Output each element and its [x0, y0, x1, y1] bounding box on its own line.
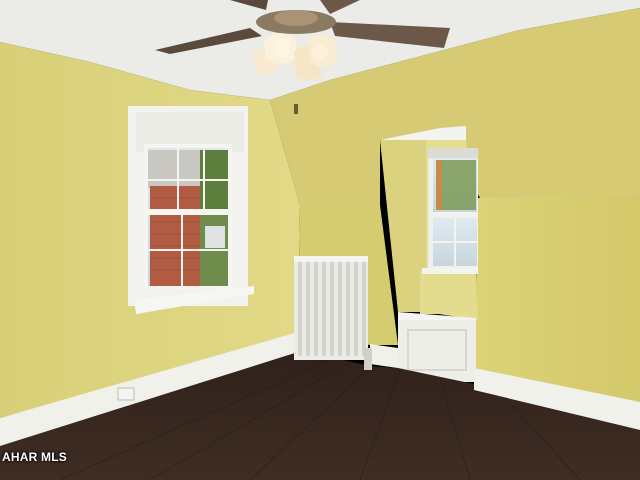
wall-fixture: [294, 104, 298, 114]
baseboard-center: [370, 344, 398, 368]
left-window: [128, 106, 254, 314]
right-wall: [474, 195, 640, 404]
room-photo: AHAR MLS: [0, 0, 640, 480]
mls-watermark: AHAR MLS: [2, 450, 67, 464]
radiator-icon: [294, 256, 372, 370]
electrical-outlet-icon: [117, 387, 135, 401]
room-illustration: [0, 0, 640, 480]
dormer-window: [422, 148, 478, 274]
